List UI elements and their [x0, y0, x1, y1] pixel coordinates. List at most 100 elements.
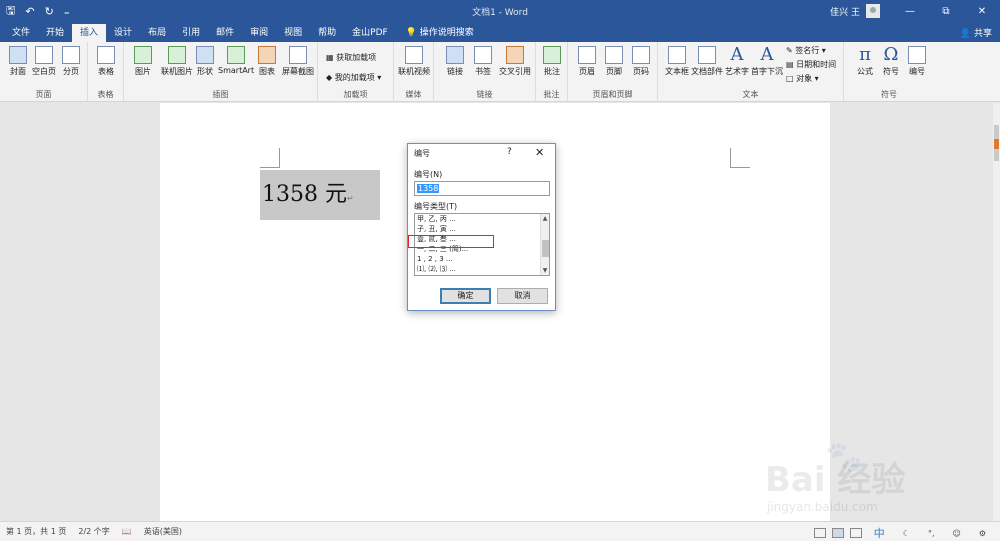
cancel-button[interactable]: 取消 — [497, 288, 548, 304]
list-scrollbar[interactable]: ▲ ▼ — [540, 214, 549, 275]
user-name[interactable]: 佳兴 王 — [830, 5, 860, 18]
list-item[interactable]: 子, 丑, 寅 ... — [415, 224, 549, 234]
date-time-button[interactable]: ▤ 日期和时间 — [786, 59, 836, 70]
word-count[interactable]: 2/2 个字 — [78, 526, 109, 537]
tab-insert[interactable]: 插入 — [72, 24, 107, 42]
redo-icon[interactable]: ↻ — [45, 5, 54, 18]
ime-punctuation-icon[interactable]: °, — [928, 529, 935, 538]
restore-button[interactable]: ⧉ — [928, 6, 964, 17]
group-label-text: 文本 — [742, 90, 759, 99]
ok-button[interactable]: 确定 — [440, 288, 491, 304]
link-label: 链接 — [447, 67, 463, 76]
dialog-close-button[interactable]: ✕ — [535, 146, 544, 159]
table-label: 表格 — [98, 67, 114, 76]
shapes-button[interactable]: 形状 — [190, 46, 220, 77]
help-button[interactable]: ? — [507, 147, 512, 157]
scroll-down-icon[interactable]: ▼ — [541, 266, 549, 275]
share-button[interactable]: 👤 共享 — [960, 26, 992, 39]
tab-view[interactable]: 视图 — [276, 24, 310, 42]
list-scroll-thumb[interactable] — [542, 240, 549, 257]
number-input[interactable]: 1358 — [414, 181, 550, 196]
page-break-button[interactable]: 分页 — [56, 46, 86, 77]
avatar[interactable] — [866, 4, 880, 18]
screenshot-button[interactable]: 屏幕截图 — [280, 46, 316, 77]
screenshot-label: 屏幕截图 — [282, 67, 314, 76]
drop-cap-button[interactable]: A 首字下沉 — [750, 46, 784, 77]
tab-review[interactable]: 审阅 — [242, 24, 276, 42]
blank-page-button[interactable]: 空白页 — [29, 46, 59, 77]
scroll-up-icon[interactable]: ▲ — [541, 214, 549, 223]
customize-qat-icon[interactable]: ₌ — [64, 5, 70, 18]
tab-file[interactable]: 文件 — [4, 24, 38, 42]
vertical-scrollbar[interactable] — [993, 103, 1000, 521]
read-mode-icon[interactable] — [813, 528, 826, 538]
list-item[interactable]: 1 , 2 , 3 ... — [415, 254, 549, 264]
textbox-button[interactable]: 文本框 — [662, 46, 692, 77]
wordart-icon: A — [730, 44, 744, 65]
group-label-pages: 页面 — [35, 90, 52, 99]
object-button[interactable]: □ 对象 ▾ — [786, 73, 819, 84]
tab-references[interactable]: 引用 — [174, 24, 208, 42]
online-video-button[interactable]: 联机视频 — [397, 46, 431, 77]
undo-icon[interactable]: ↶ — [25, 5, 34, 18]
list-item[interactable]: ⑴, ⑵, ⑶ ... — [415, 264, 549, 274]
baidu-watermark: 🐾 Bai 经验 jingyan.baidu.com — [755, 440, 985, 520]
selected-text[interactable]: 1358 元↵ — [260, 170, 380, 220]
blank-page-icon — [35, 46, 53, 64]
smartart-button[interactable]: SmartArt — [218, 46, 254, 75]
group-label-media: 媒体 — [405, 90, 422, 99]
save-icon[interactable]: 🖫 — [6, 2, 15, 21]
online-picture-icon — [168, 46, 186, 64]
language-indicator[interactable]: 英语(美国) — [144, 526, 182, 537]
web-layout-icon[interactable] — [849, 528, 862, 538]
picture-label: 图片 — [135, 67, 151, 76]
cross-reference-button[interactable]: 交叉引用 — [496, 46, 534, 77]
group-symbols: π 公式 Ω 符号 编号 符号 — [844, 42, 934, 102]
tell-me-search[interactable]: 💡 操作说明搜索 — [396, 24, 474, 42]
chart-button[interactable]: 图表 — [252, 46, 282, 77]
header-button[interactable]: 页眉 — [572, 46, 602, 77]
numbering-button[interactable]: 编号 — [902, 46, 932, 77]
cross-reference-label: 交叉引用 — [499, 67, 531, 76]
number-input-value: 1358 — [417, 184, 440, 193]
quick-parts-label: 文档部件 — [691, 67, 723, 76]
close-button[interactable]: ✕ — [964, 6, 1000, 17]
print-layout-icon[interactable] — [831, 528, 844, 538]
quick-parts-button[interactable]: 文档部件 — [690, 46, 724, 77]
tell-me-label: 操作说明搜索 — [419, 28, 474, 38]
number-label: 编号(N) — [414, 170, 443, 179]
get-addins-button[interactable]: ▦ 获取加载项 — [326, 52, 376, 63]
signature-line-button[interactable]: ✎ 签名行 ▾ — [786, 45, 826, 56]
smartart-icon — [227, 46, 245, 64]
wordart-button[interactable]: A 艺术字 — [722, 46, 752, 77]
ime-settings-icon[interactable]: ⚙ — [979, 529, 986, 538]
tab-help[interactable]: 帮助 — [310, 24, 344, 42]
minimize-button[interactable]: — — [892, 6, 928, 17]
tab-layout[interactable]: 布局 — [140, 24, 174, 42]
bookmark-button[interactable]: 书签 — [468, 46, 498, 77]
ime-moon-icon[interactable]: ☾ — [903, 529, 910, 538]
table-button[interactable]: 表格 — [91, 46, 121, 77]
scroll-position-marker — [994, 139, 999, 149]
proofing-icon[interactable]: 📖 — [122, 527, 132, 536]
link-button[interactable]: 链接 — [440, 46, 470, 77]
ime-smile-icon[interactable]: ☺ — [952, 529, 960, 538]
my-addins-button[interactable]: ◆ 我的加载项 ▾ — [326, 72, 381, 83]
comment-button[interactable]: 批注 — [537, 46, 567, 77]
drop-cap-icon: A — [760, 44, 774, 65]
picture-button[interactable]: 图片 — [128, 46, 158, 77]
page-count[interactable]: 第 1 页，共 1 页 — [6, 526, 66, 537]
group-label-addins: 加载项 — [343, 90, 368, 99]
tab-home[interactable]: 开始 — [38, 24, 72, 42]
page-number-button[interactable]: 页码 — [626, 46, 656, 77]
tab-wps-pdf[interactable]: 金山PDF — [344, 24, 396, 42]
quick-parts-icon — [698, 46, 716, 64]
ime-mode-indicator[interactable]: 中 — [874, 525, 885, 541]
dialog-title: 编号 — [414, 149, 430, 158]
symbol-label: 符号 — [883, 67, 899, 76]
footer-button[interactable]: 页脚 — [599, 46, 629, 77]
tab-mailings[interactable]: 邮件 — [208, 24, 242, 42]
tab-design[interactable]: 设计 — [106, 24, 140, 42]
list-item[interactable]: 甲, 乙, 丙 ... — [415, 214, 549, 224]
group-media: 联机视频 媒体 — [394, 42, 434, 102]
